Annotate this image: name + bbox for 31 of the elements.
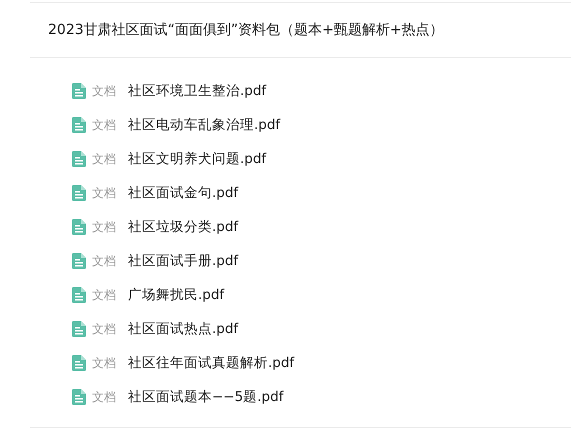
document-icon — [72, 117, 86, 133]
file-link[interactable]: 广场舞扰民.pdf — [128, 286, 224, 304]
file-type-label: 文档 — [92, 354, 117, 372]
file-link[interactable]: 社区往年面试真题解析.pdf — [128, 354, 294, 372]
document-icon — [72, 287, 86, 303]
file-type-label: 文档 — [92, 286, 117, 304]
file-link[interactable]: 社区面试金句.pdf — [128, 184, 238, 202]
file-type-label: 文档 — [92, 150, 117, 168]
file-type-label: 文档 — [92, 116, 117, 134]
document-icon — [72, 389, 86, 405]
file-link[interactable]: 社区文明养犬问题.pdf — [128, 150, 266, 168]
file-type-label: 文档 — [92, 184, 117, 202]
document-icon — [72, 185, 86, 201]
file-link[interactable]: 社区面试热点.pdf — [128, 320, 238, 338]
file-link[interactable]: 社区面试题本−−5题.pdf — [128, 388, 284, 406]
document-icon — [72, 355, 86, 371]
file-type-label: 文档 — [92, 218, 117, 236]
document-icon — [72, 151, 86, 167]
file-type-label: 文档 — [92, 388, 117, 406]
file-type-label: 文档 — [92, 82, 117, 100]
file-link[interactable]: 社区垃圾分类.pdf — [128, 218, 238, 236]
package-title: 2023甘肃社区面试“面面俱到”资料包（题本+甄题解析+热点） — [30, 3, 571, 58]
document-icon — [72, 83, 86, 99]
file-link[interactable]: 社区环境卫生整治.pdf — [128, 82, 266, 100]
file-link[interactable]: 社区面试手册.pdf — [128, 252, 238, 270]
document-icon — [72, 253, 86, 269]
document-icon — [72, 219, 86, 235]
file-link[interactable]: 社区电动车乱象治理.pdf — [128, 116, 280, 134]
file-type-label: 文档 — [92, 320, 117, 338]
document-icon — [72, 321, 86, 337]
file-type-label: 文档 — [92, 252, 117, 270]
